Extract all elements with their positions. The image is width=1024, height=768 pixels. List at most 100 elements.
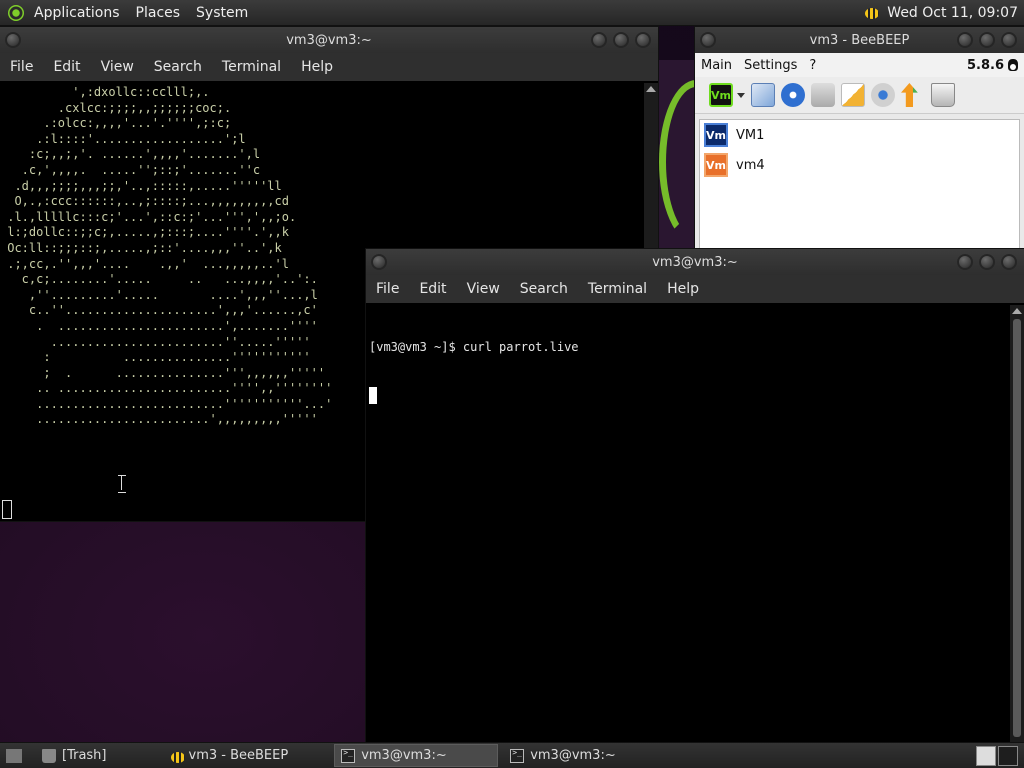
top-panel: Applications Places System Wed Oct 11, 0…	[0, 0, 1024, 26]
version-label: 5.8.6	[966, 57, 1004, 73]
ascii-line: .. ........................'''',,'''''''…	[0, 381, 333, 396]
ascii-line: : ...............'''''''''''	[0, 350, 311, 365]
taskbar-item-terminal-1[interactable]: vm3@vm3:~	[334, 744, 499, 767]
menu-help[interactable]: Help	[291, 59, 343, 75]
window-title: vm3@vm3:~	[286, 32, 372, 48]
maximize-button[interactable]	[613, 32, 629, 48]
taskbar-item-trash[interactable]: [Trash]	[36, 745, 113, 766]
profile-button[interactable]: Vm	[709, 83, 733, 107]
text-cursor-icon	[118, 475, 126, 493]
user-item-vm4[interactable]: Vm vm4	[700, 150, 1019, 180]
menu-terminal[interactable]: Terminal	[212, 59, 291, 75]
beebeep-tray-icon[interactable]	[863, 5, 881, 21]
window-menu-button[interactable]	[5, 32, 21, 48]
taskbar-item-terminal-2[interactable]: vm3@vm3:~	[504, 745, 622, 766]
terminal-cursor	[2, 500, 12, 519]
ascii-line: .:l::::'..................';l	[0, 131, 246, 146]
task-label: vm3@vm3:~	[530, 748, 616, 763]
menu-file[interactable]: File	[0, 59, 43, 75]
terminal-window-foreground[interactable]: vm3@vm3:~ File Edit View Search Terminal…	[366, 249, 1024, 743]
share-icon[interactable]	[811, 83, 835, 107]
settings-icon[interactable]	[871, 83, 895, 107]
clock[interactable]: Wed Oct 11, 09:07	[887, 5, 1018, 21]
menu-file[interactable]: File	[366, 281, 409, 297]
minimize-button[interactable]	[957, 32, 973, 48]
user-avatar: Vm	[704, 123, 728, 147]
titlebar[interactable]: vm3 - BeeBEEP	[695, 27, 1024, 53]
terminal-icon	[510, 748, 525, 763]
system-menu[interactable]: System	[188, 5, 256, 21]
workspace-1[interactable]	[976, 745, 996, 766]
status-message-icon[interactable]	[751, 83, 775, 107]
ascii-line: .d,,,;;;;,,,;;,'..,:::::,.....'''''ll	[0, 178, 282, 193]
ascii-line: .cxlcc:;;;;,,;;;;;;coc;.	[0, 100, 232, 115]
menu-help[interactable]: Help	[657, 281, 709, 297]
menu-view[interactable]: View	[91, 59, 144, 75]
parrot-ascii-art: ',:dxollc::cclll;,. .cxlcc:;;;;,,;;;;;;c…	[0, 85, 332, 428]
menu-edit[interactable]: Edit	[409, 281, 456, 297]
user-avatar: Vm	[704, 153, 728, 177]
terminal-icon	[341, 748, 356, 763]
beebeep-icon	[169, 749, 185, 763]
ascii-line: .c,',,,,. .....'';::;'.......''c	[0, 162, 261, 177]
user-item-vm1[interactable]: Vm VM1	[700, 120, 1019, 150]
beebeep-window[interactable]: vm3 - BeeBEEP Main Settings ? 5.8.6 Vm V…	[695, 27, 1024, 249]
menu-edit[interactable]: Edit	[43, 59, 90, 75]
transfer-icon[interactable]	[901, 83, 918, 107]
places-menu[interactable]: Places	[128, 5, 189, 21]
scroll-up-icon[interactable]	[646, 86, 656, 92]
ascii-line: .:olcc:,,,,'...'.'''',;:c;	[0, 116, 232, 131]
trash-icon[interactable]	[931, 83, 955, 107]
trash-icon	[42, 748, 56, 763]
window-menu-button[interactable]	[700, 32, 716, 48]
workspace-switcher	[976, 745, 1018, 766]
ascii-line: ; . ...............''',,,,,,'''''	[0, 365, 326, 380]
terminal-output[interactable]: [vm3@vm3 ~]$ curl parrot.live	[366, 305, 1024, 743]
user-name: vm4	[736, 157, 765, 173]
maximize-button[interactable]	[979, 254, 995, 270]
ascii-line: c..''.....................',,,'......,c'	[0, 303, 318, 318]
ascii-line: ........................',,,,,,,,,'''''	[0, 412, 318, 427]
task-label: vm3 - BeeBEEP	[188, 748, 289, 763]
user-list: Vm VM1 Vm vm4	[699, 119, 1020, 249]
window-title: vm3@vm3:~	[652, 254, 738, 270]
titlebar[interactable]: vm3@vm3:~	[0, 27, 658, 53]
scroll-up-icon[interactable]	[1012, 308, 1022, 314]
terminal-cursor	[369, 386, 377, 404]
show-desktop-icon[interactable]	[6, 748, 22, 763]
maximize-button[interactable]	[979, 32, 995, 48]
close-button[interactable]	[1001, 32, 1017, 48]
tux-icon	[1008, 59, 1018, 71]
minimize-button[interactable]	[957, 254, 973, 270]
titlebar[interactable]: vm3@vm3:~	[366, 249, 1024, 275]
ascii-line: ........................''.....'''''	[0, 334, 311, 349]
minimize-button[interactable]	[591, 32, 607, 48]
taskbar-item-beebeep[interactable]: vm3 - BeeBEEP	[163, 745, 295, 766]
edit-icon[interactable]	[841, 83, 865, 107]
menu-search[interactable]: Search	[510, 281, 578, 297]
beebeep-menubar: Main Settings ? 5.8.6	[695, 53, 1024, 77]
ascii-line: c,c;........'..... .. ...,,,,'..':.	[0, 272, 318, 287]
menu-help[interactable]: ?	[803, 58, 822, 73]
ascii-line: ,''.........'..... ....',,,''...,l	[0, 287, 318, 302]
network-icon[interactable]	[781, 83, 805, 107]
menu-settings[interactable]: Settings	[738, 58, 803, 73]
close-button[interactable]	[1001, 254, 1017, 270]
scrollbar[interactable]	[1010, 305, 1024, 743]
menu-main[interactable]: Main	[695, 58, 738, 73]
parrot-logo-icon[interactable]	[8, 4, 24, 21]
close-button[interactable]	[635, 32, 651, 48]
beebeep-toolbar: Vm	[695, 77, 1024, 114]
menu-view[interactable]: View	[457, 281, 510, 297]
bottom-panel: [Trash] vm3 - BeeBEEP vm3@vm3:~ vm3@vm3:…	[0, 742, 1024, 768]
applications-menu[interactable]: Applications	[26, 5, 128, 21]
window-menu-button[interactable]	[371, 254, 387, 270]
workspace-2[interactable]	[998, 745, 1018, 766]
menu-terminal[interactable]: Terminal	[578, 281, 657, 297]
ascii-line: .l.,lllllc:::c;'...',::c:;'...''',',,;o.	[0, 209, 297, 224]
chevron-down-icon[interactable]	[737, 92, 745, 98]
task-label: [Trash]	[62, 748, 107, 763]
task-label: vm3@vm3:~	[361, 748, 447, 763]
scrollbar-thumb[interactable]	[1013, 319, 1021, 737]
menu-search[interactable]: Search	[144, 59, 212, 75]
